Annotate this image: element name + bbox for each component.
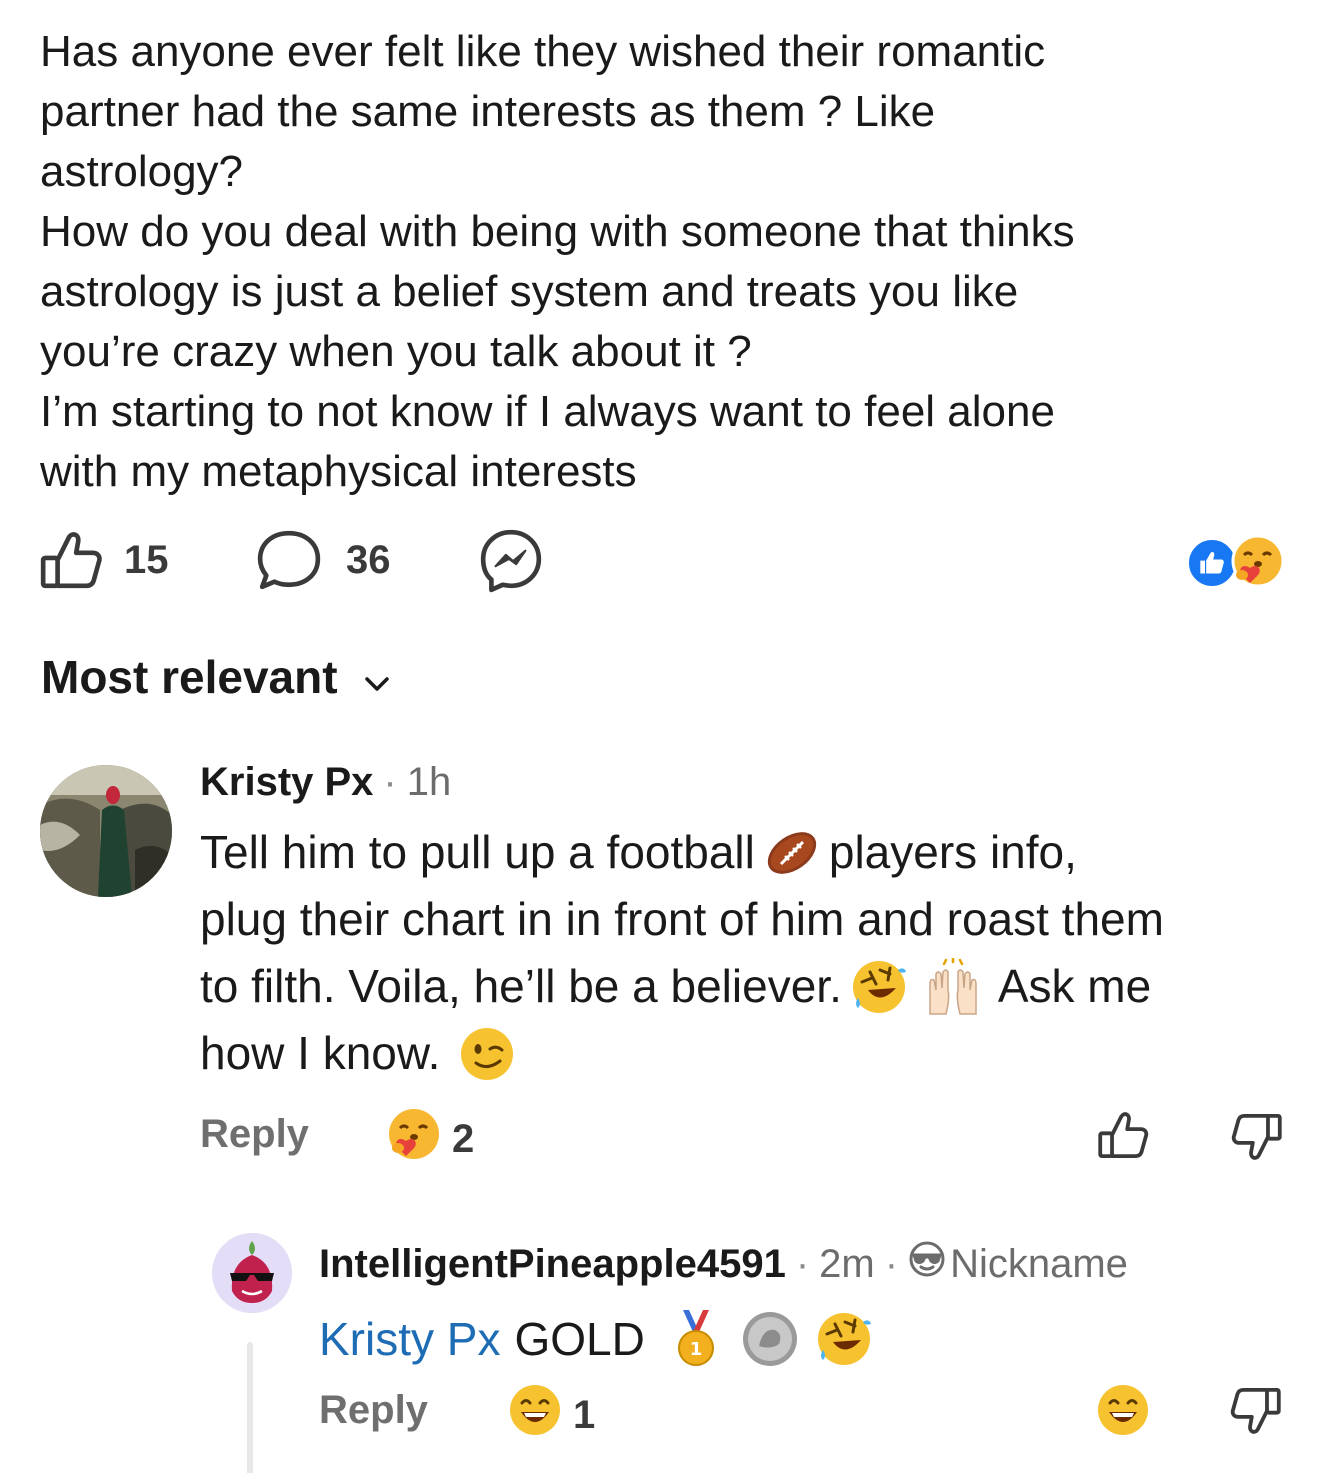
reply-comment: IntelligentPineapple4591 · 2m · Nickname…	[319, 1240, 1319, 1368]
chevron-down-icon	[338, 650, 390, 704]
post-line: astrology is just a belief system and tr…	[40, 267, 1019, 316]
messenger-icon	[478, 527, 544, 593]
reply-button[interactable]: Reply	[319, 1388, 428, 1433]
comments-button[interactable]: 36	[256, 527, 391, 593]
comment-text-segment: how I know.	[200, 1027, 441, 1079]
grinning-icon	[507, 1382, 573, 1448]
comment-reactions[interactable]: 2	[386, 1106, 474, 1172]
svg-text:1: 1	[690, 1339, 703, 1360]
comment-bubble-icon	[256, 527, 322, 593]
comment-reactions[interactable]: 1	[507, 1382, 595, 1448]
post-line: partner had the same interests as them ?…	[40, 87, 936, 136]
comment: Kristy Px · 1h Tell him to pull up a foo…	[200, 760, 1310, 1087]
post-action-bar: 15 36	[38, 527, 1298, 597]
comment-author[interactable]: IntelligentPineapple4591	[319, 1242, 786, 1287]
post-line: Has anyone ever felt like they wished th…	[40, 27, 1046, 76]
thumbs-down-icon[interactable]	[1229, 1384, 1283, 1443]
comment-actions: Reply 2	[200, 1106, 1290, 1166]
avatar[interactable]	[212, 1233, 292, 1313]
post-line: I’m starting to not know if I always wan…	[40, 387, 1055, 436]
sunglasses-icon	[908, 1240, 950, 1288]
comment-text-segment: players info,	[828, 826, 1077, 878]
grinning-icon[interactable]	[1095, 1382, 1151, 1443]
user-flair: Nickname	[908, 1240, 1128, 1288]
sort-dropdown[interactable]: Most relevant	[41, 650, 390, 704]
user-mention-link[interactable]: Kristy Px	[319, 1312, 500, 1366]
comment-time: 2m	[819, 1241, 875, 1286]
thumbs-up-icon	[38, 527, 104, 593]
comment-text-segment: Ask me	[997, 960, 1152, 1012]
comment-text-segment: Tell him to pull up a football	[200, 826, 755, 878]
meta-separator: ·	[383, 760, 397, 804]
coin-emoji	[741, 1310, 799, 1368]
comment-time: 1h	[406, 760, 452, 804]
post-body: Has anyone ever felt like they wished th…	[40, 22, 1300, 502]
comment-author[interactable]: Kristy Px	[200, 760, 373, 805]
reaction-count: 1	[573, 1392, 596, 1437]
comment-meta: IntelligentPineapple4591 · 2m · Nickname	[319, 1240, 1319, 1288]
post-reactions[interactable]	[1186, 533, 1296, 591]
rofl-emoji	[850, 958, 908, 1016]
post-line: astrology?	[40, 147, 244, 196]
comment-actions: Reply 1	[319, 1382, 1289, 1442]
upvote-count: 15	[124, 537, 169, 582]
meta-separator: ·	[884, 1241, 899, 1286]
rofl-emoji	[815, 1310, 873, 1368]
football-emoji	[763, 824, 821, 882]
sort-label: Most relevant	[41, 651, 338, 703]
thumbs-down-icon[interactable]	[1230, 1110, 1284, 1169]
upvote-button[interactable]: 15	[38, 527, 169, 593]
comment-count: 36	[346, 537, 391, 582]
comment-text-segment: GOLD	[514, 1313, 645, 1365]
comment-text: Tell him to pull up a football players i…	[200, 819, 1310, 1087]
post-line: you’re crazy when you talk about it ?	[40, 327, 752, 376]
raising-hands-emoji	[924, 956, 982, 1016]
post-line: How do you deal with being with someone …	[40, 207, 1075, 256]
avatar[interactable]	[40, 765, 172, 897]
reaction-count: 2	[452, 1116, 475, 1161]
gold-medal-emoji: 1	[667, 1310, 725, 1368]
messenger-share-button[interactable]	[478, 527, 544, 593]
meta-separator: ·	[795, 1241, 810, 1286]
thread-line	[247, 1342, 253, 1473]
comment-text-segment: to filth. Voila, he’ll be a believer.	[200, 960, 842, 1012]
winking-emoji	[458, 1025, 516, 1083]
post-line: with my metaphysical interests	[40, 447, 637, 496]
comment-meta: Kristy Px · 1h	[200, 760, 1310, 805]
care-icon	[1230, 533, 1286, 589]
comment-text-segment: plug their chart in in front of him and …	[200, 893, 1164, 945]
reply-button[interactable]: Reply	[200, 1112, 309, 1157]
comment-text: Kristy Px GOLD 1	[319, 1310, 1319, 1368]
care-icon	[386, 1106, 452, 1172]
thumbs-up-icon[interactable]	[1096, 1108, 1150, 1167]
flair-label: Nickname	[950, 1241, 1128, 1286]
